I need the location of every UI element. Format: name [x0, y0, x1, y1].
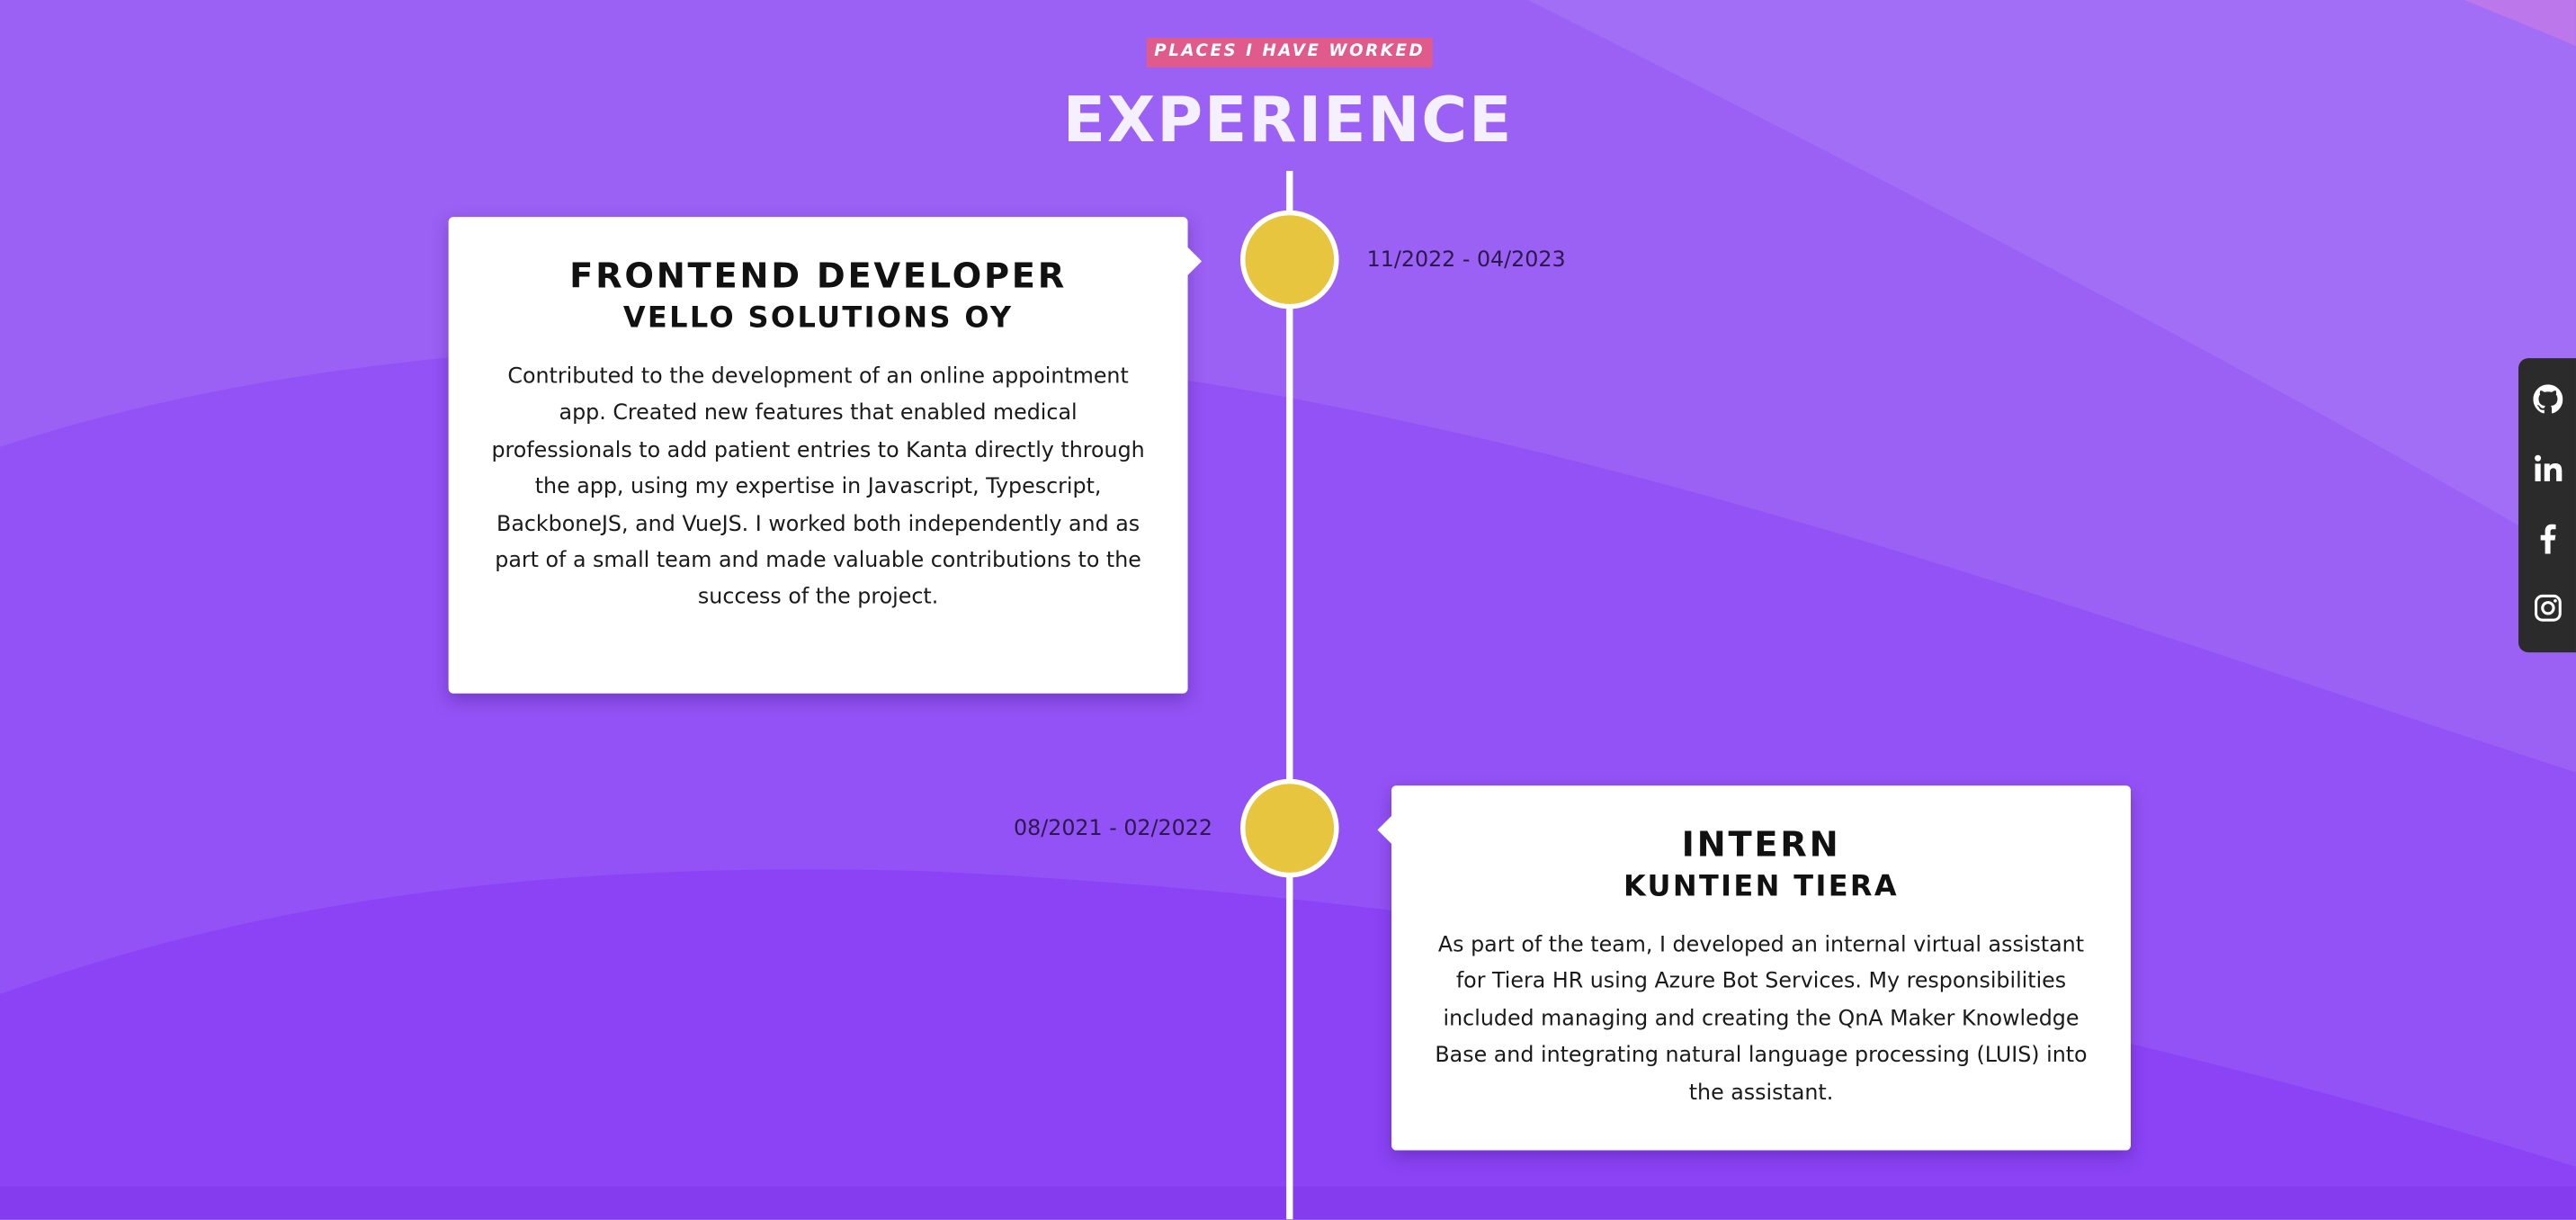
experience-description: Contributed to the development of an onl…	[491, 364, 1145, 611]
social-sidebar	[2518, 358, 2576, 653]
timeline-dot	[1240, 778, 1339, 878]
github-icon[interactable]	[2533, 384, 2563, 414]
linkedin-icon[interactable]	[2533, 453, 2563, 483]
timeline-line	[1286, 170, 1293, 1220]
section-badge: PLACES I HAVE WORKED	[1146, 38, 1433, 67]
experience-role: INTERN	[1681, 824, 1841, 865]
experience-date: 11/2022 - 04/2023	[1366, 247, 1566, 274]
facebook-icon[interactable]	[2533, 524, 2563, 554]
experience-section: PLACES I HAVE WORKED EXPERIENCE 11/2022 …	[0, 0, 2576, 1220]
experience-card: FRONTEND DEVELOPER VELLO SOLUTIONS OY Co…	[448, 217, 1203, 694]
experience-company: KUNTIEN TIERA	[1623, 871, 1900, 904]
experience-company: VELLO SOLUTIONS OY	[622, 302, 1014, 336]
experience-role: FRONTEND DEVELOPER	[569, 256, 1068, 296]
experience-card: INTERN KUNTIEN TIERA As part of the team…	[1377, 785, 2131, 1151]
instagram-icon[interactable]	[2533, 593, 2563, 623]
experience-description: As part of the team, I developed an inte…	[1435, 933, 2088, 1106]
section-title: EXPERIENCE	[1062, 84, 1514, 157]
timeline-dot	[1240, 210, 1339, 309]
experience-date: 08/2021 - 02/2022	[1014, 816, 1212, 842]
